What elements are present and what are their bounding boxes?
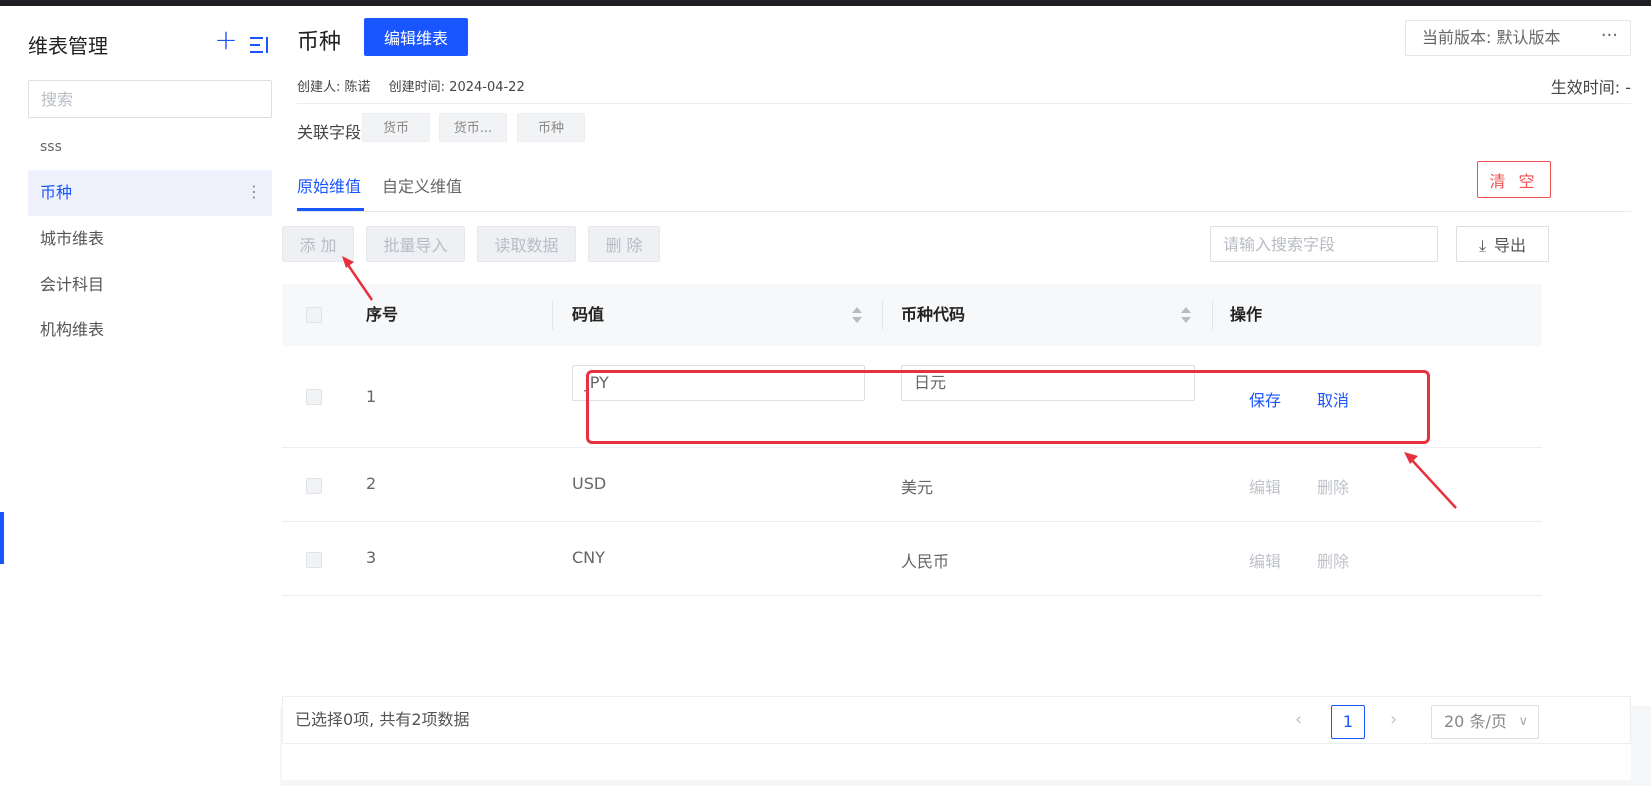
currency-name-input[interactable]: 日元 — [901, 365, 1195, 401]
creator: 创建人: 陈诺 — [297, 80, 371, 95]
table-row-editing: 1 JPY 日元 保存 取消 — [282, 346, 1542, 448]
table-search-input[interactable] — [1210, 226, 1438, 262]
read-data-button[interactable]: 读取数据 — [477, 226, 576, 262]
row-code: CNY — [572, 548, 605, 567]
meta-info: 创建人: 陈诺 创建时间: 2024-04-22 — [297, 76, 539, 95]
more-icon[interactable]: ··· — [1601, 21, 1618, 51]
chevron-left-icon[interactable]: ‹ — [1295, 697, 1302, 743]
pagination-bar: 已选择0项, 共有2项数据 ‹ 1 › 20 条/页 ∨ — [282, 696, 1631, 744]
chevron-right-icon[interactable]: › — [1390, 697, 1397, 743]
related-chip[interactable]: 货币... — [439, 113, 507, 142]
sidebar-title: 维表管理 — [28, 34, 108, 58]
add-button[interactable]: 添 加 — [282, 226, 354, 262]
edit-link[interactable]: 编辑 — [1249, 474, 1281, 498]
tab-custom-values[interactable]: 自定义维值 — [382, 173, 462, 207]
content-card: 币种 编辑维表 当前版本: 默认版本 ··· 创建人: 陈诺 创建时间: 202… — [280, 6, 1651, 706]
table-row: 2 USD 美元 编辑 删除 — [282, 448, 1542, 522]
row-currency-name: 美元 — [901, 478, 934, 497]
page-size-value: 20 条/页 — [1444, 712, 1507, 731]
column-header-actions: 操作 — [1230, 305, 1263, 324]
cancel-link[interactable]: 取消 — [1317, 387, 1349, 411]
column-separator — [552, 300, 553, 330]
row-code: USD — [572, 474, 607, 493]
code-input-value: JPY — [585, 373, 609, 392]
sidebar-item-label: 币种 — [40, 183, 73, 202]
row-checkbox[interactable] — [306, 478, 322, 494]
row-index: 2 — [366, 474, 377, 493]
currency-name-input-value: 日元 — [914, 373, 947, 392]
tab-original-values[interactable]: 原始维值 — [297, 173, 361, 207]
sidebar: 维表管理 + sss 币种 ⋮ 城市维表 会计科目 机构维表 — [0, 6, 280, 786]
column-separator — [882, 300, 883, 330]
page-title: 币种 — [297, 30, 342, 55]
main-panel: 币种 编辑维表 当前版本: 默认版本 ··· 创建人: 陈诺 创建时间: 202… — [280, 6, 1651, 786]
sort-icon[interactable] — [852, 304, 862, 326]
sort-icon[interactable] — [1181, 304, 1191, 326]
code-input[interactable]: JPY — [572, 365, 865, 401]
delete-button[interactable]: 删 除 — [588, 226, 660, 262]
related-fields-label: 关联字段: — [297, 123, 367, 142]
created-time: 创建时间: 2024-04-22 — [388, 80, 525, 95]
version-label: 当前版本: 默认版本 — [1422, 28, 1561, 47]
row-checkbox[interactable] — [306, 552, 322, 568]
export-button[interactable]: ⤓ 导出 — [1456, 226, 1549, 262]
table-row: 3 CNY 人民币 编辑 删除 — [282, 522, 1542, 596]
data-table: 序号 码值 币种代码 操作 1 JPY 日元 保存 取消 2 USD 美元 编辑… — [282, 284, 1542, 676]
select-all-checkbox[interactable] — [306, 307, 322, 323]
clear-button[interactable]: 清 空 — [1477, 161, 1551, 198]
chevron-down-icon: ∨ — [1518, 714, 1528, 729]
row-checkbox[interactable] — [306, 389, 322, 405]
edit-dimension-button[interactable]: 编辑维表 — [364, 18, 468, 56]
menu-collapse-icon[interactable] — [250, 36, 272, 54]
delete-link[interactable]: 删除 — [1317, 474, 1349, 498]
related-chip[interactable]: 货币 — [362, 113, 430, 142]
column-header-currency-code: 币种代码 — [901, 305, 966, 324]
row-index: 3 — [366, 548, 377, 567]
save-link[interactable]: 保存 — [1249, 387, 1281, 411]
page-size-select[interactable]: 20 条/页 ∨ — [1431, 705, 1539, 739]
sidebar-item-currency[interactable]: 币种 ⋮ — [28, 170, 272, 216]
export-label: 导出 — [1494, 236, 1527, 255]
divider — [297, 103, 1631, 104]
row-currency-name: 人民币 — [901, 552, 950, 571]
column-header-code: 码值 — [572, 305, 605, 324]
divider — [297, 211, 1631, 212]
page-number-current[interactable]: 1 — [1331, 705, 1365, 739]
sidebar-item-organization[interactable]: 机构维表 — [28, 307, 272, 353]
batch-import-button[interactable]: 批量导入 — [366, 226, 465, 262]
kebab-icon[interactable]: ⋮ — [246, 170, 262, 216]
table-footer: 已选择0项, 共有2项数据 ‹ 1 › 20 条/页 ∨ — [282, 696, 1631, 780]
delete-link[interactable]: 删除 — [1317, 548, 1349, 572]
scroll-indicator — [0, 512, 4, 564]
sidebar-search-input[interactable] — [28, 80, 272, 118]
column-separator — [1212, 300, 1213, 330]
edit-link[interactable]: 编辑 — [1249, 548, 1281, 572]
sidebar-item-city[interactable]: 城市维表 — [28, 216, 272, 262]
plus-icon[interactable]: + — [214, 26, 238, 54]
effective-time: 生效时间: - — [1550, 78, 1631, 97]
table-header: 序号 码值 币种代码 操作 — [282, 284, 1542, 346]
download-icon: ⤓ — [1478, 236, 1487, 255]
version-selector[interactable]: 当前版本: 默认版本 ··· — [1405, 20, 1631, 56]
related-chip[interactable]: 币种 — [517, 113, 585, 142]
row-index: 1 — [366, 387, 377, 406]
selection-summary: 已选择0项, 共有2项数据 — [295, 710, 470, 729]
sidebar-item-accounting[interactable]: 会计科目 — [28, 262, 272, 308]
column-header-index: 序号 — [366, 305, 399, 324]
sidebar-group-label: sss — [40, 139, 62, 155]
